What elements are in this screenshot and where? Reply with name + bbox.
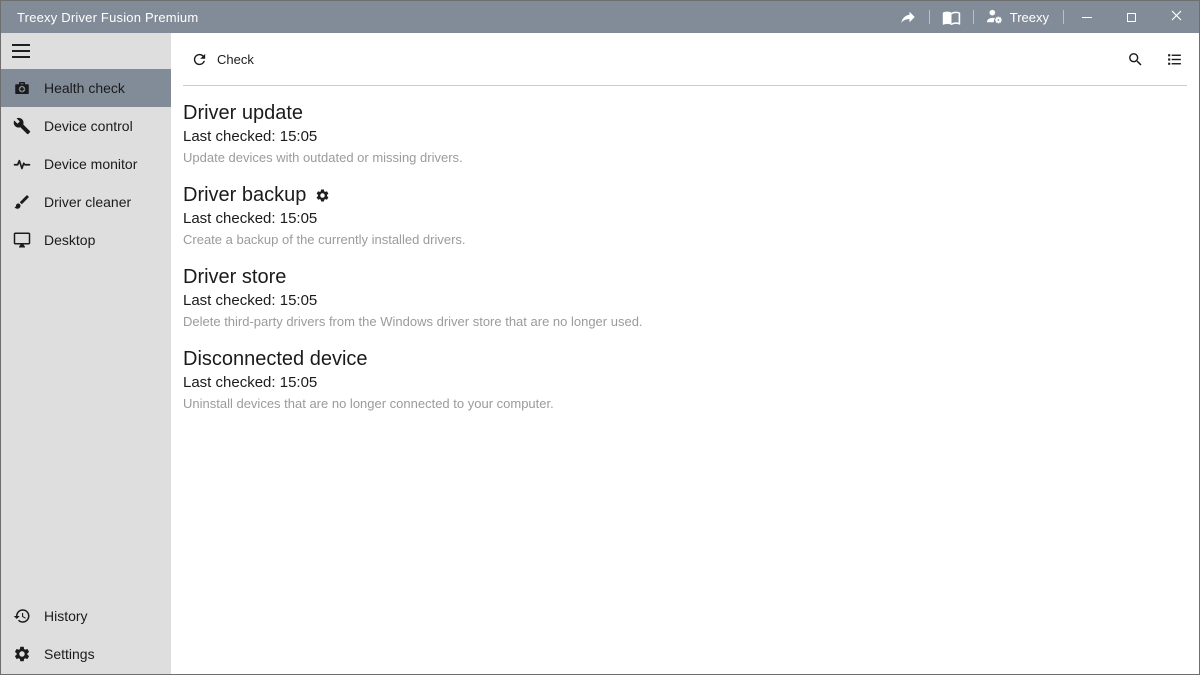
pulse-icon [12, 154, 32, 174]
section-settings-button[interactable] [315, 188, 330, 203]
user-gear-icon [984, 6, 1004, 29]
minimize-button[interactable] [1064, 1, 1109, 33]
section-title: Driver update [183, 101, 303, 125]
section-driver-update[interactable]: Driver update Last checked: 15:05 Update… [183, 101, 1187, 167]
maximize-button[interactable] [1109, 1, 1154, 33]
hamburger-menu-button[interactable] [1, 33, 171, 69]
hamburger-icon [12, 44, 30, 58]
content-area: Driver update Last checked: 15:05 Update… [171, 86, 1199, 444]
list-view-button[interactable] [1166, 51, 1183, 68]
brush-icon [12, 192, 32, 212]
sidebar: Health check Device control Device monit… [1, 33, 171, 674]
share-button[interactable] [887, 1, 929, 33]
close-icon [1171, 8, 1182, 26]
maximize-icon [1127, 13, 1136, 22]
gear-icon [12, 644, 32, 664]
account-button[interactable]: Treexy [974, 1, 1063, 33]
sidebar-item-health-check[interactable]: Health check [1, 69, 171, 107]
list-view-icon [1166, 51, 1183, 68]
app-window: Treexy Driver Fusion Premium [0, 0, 1200, 675]
main-panel: Check [171, 33, 1199, 674]
section-title: Driver backup [183, 183, 306, 207]
titlebar: Treexy Driver Fusion Premium [1, 1, 1199, 33]
section-driver-store[interactable]: Driver store Last checked: 15:05 Delete … [183, 265, 1187, 331]
section-last-checked: Last checked: 15:05 [183, 209, 1187, 229]
app-title: Treexy Driver Fusion Premium [1, 10, 198, 25]
search-button[interactable] [1127, 51, 1144, 68]
sidebar-bottom: History Settings [1, 597, 171, 674]
minimize-icon [1082, 17, 1092, 18]
section-disconnected-device[interactable]: Disconnected device Last checked: 15:05 … [183, 347, 1187, 413]
sidebar-item-device-control[interactable]: Device control [1, 107, 171, 145]
toolbar: Check [171, 33, 1199, 85]
close-button[interactable] [1154, 1, 1199, 33]
section-last-checked: Last checked: 15:05 [183, 291, 1187, 311]
section-description: Delete third-party drivers from the Wind… [183, 313, 1187, 331]
search-icon [1127, 51, 1144, 68]
check-button[interactable]: Check [191, 51, 254, 68]
section-title: Driver store [183, 265, 286, 289]
documentation-button[interactable] [930, 1, 973, 33]
section-description: Update devices with outdated or missing … [183, 149, 1187, 167]
titlebar-actions: Treexy [887, 1, 1199, 33]
refresh-icon [191, 51, 208, 68]
wrench-icon [12, 116, 32, 136]
section-description: Create a backup of the currently install… [183, 231, 1187, 249]
section-title: Disconnected device [183, 347, 368, 371]
monitor-icon [12, 230, 32, 250]
sidebar-item-label: Health check [44, 80, 125, 96]
app-body: Health check Device control Device monit… [1, 33, 1199, 674]
share-forward-icon [899, 8, 917, 26]
sidebar-item-settings[interactable]: Settings [1, 635, 171, 673]
history-icon [12, 606, 32, 626]
sidebar-item-label: Device monitor [44, 156, 137, 172]
section-last-checked: Last checked: 15:05 [183, 373, 1187, 393]
toolbar-right [1127, 51, 1183, 68]
book-icon [942, 8, 961, 27]
check-button-label: Check [217, 52, 254, 67]
health-kit-icon [12, 78, 32, 98]
sidebar-item-desktop[interactable]: Desktop [1, 221, 171, 259]
gear-icon [315, 188, 330, 203]
sidebar-item-label: History [44, 608, 88, 624]
section-last-checked: Last checked: 15:05 [183, 127, 1187, 147]
section-driver-backup[interactable]: Driver backup Last checked: 15:05 Create… [183, 183, 1187, 249]
sidebar-item-device-monitor[interactable]: Device monitor [1, 145, 171, 183]
section-description: Uninstall devices that are no longer con… [183, 395, 1187, 413]
sidebar-item-label: Driver cleaner [44, 194, 131, 210]
sidebar-item-label: Settings [44, 646, 95, 662]
account-label: Treexy [1010, 10, 1049, 25]
sidebar-item-driver-cleaner[interactable]: Driver cleaner [1, 183, 171, 221]
sidebar-item-label: Device control [44, 118, 133, 134]
sidebar-item-history[interactable]: History [1, 597, 171, 635]
sidebar-item-label: Desktop [44, 232, 95, 248]
